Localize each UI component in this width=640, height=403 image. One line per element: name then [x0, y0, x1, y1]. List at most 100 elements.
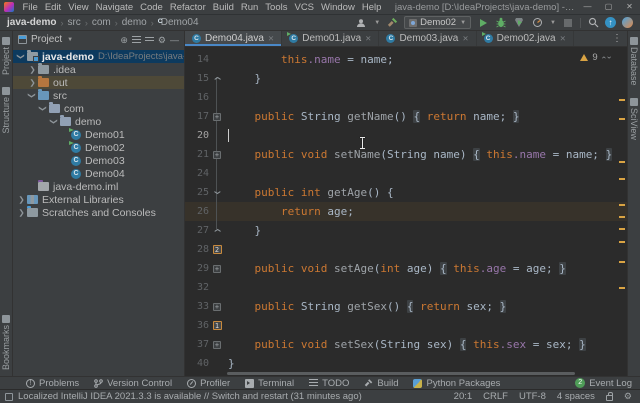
- update-notification-icon[interactable]: [5, 393, 13, 401]
- chevron-down-icon[interactable]: ❯: [28, 91, 37, 100]
- menu-edit[interactable]: Edit: [41, 2, 64, 13]
- project-settings-gear-icon[interactable]: ⚙: [158, 35, 166, 45]
- chevron-down-icon[interactable]: ❯: [17, 52, 26, 61]
- code-line-26[interactable]: 26 return age;: [185, 202, 627, 221]
- tree-item-java-demo[interactable]: ❯java-demoD:\IdeaProjects\java-demo: [13, 50, 184, 63]
- todo-button[interactable]: TODO: [309, 378, 349, 389]
- inspections-widget[interactable]: 9 › ›: [580, 52, 611, 63]
- event-log-button[interactable]: 2 Event Log: [575, 378, 632, 389]
- code-line-14[interactable]: 14 this.name = name;: [185, 50, 627, 69]
- project-view-dropdown-icon[interactable]: ▼: [67, 37, 73, 43]
- problems-button[interactable]: ! Problems: [26, 378, 79, 389]
- minimize-button[interactable]: —: [577, 0, 598, 14]
- code-line-17[interactable]: 17+ public String getName() { return nam…: [185, 107, 627, 126]
- menu-run[interactable]: Run: [237, 2, 261, 13]
- fold-end-icon[interactable]: ❯: [212, 76, 221, 81]
- menu-tools[interactable]: Tools: [262, 2, 291, 13]
- tab-demo04.java[interactable]: Demo04.java✕: [185, 31, 282, 46]
- tab-close-icon[interactable]: ✕: [268, 34, 274, 43]
- tool-strip-button-structure[interactable]: Structure: [1, 81, 11, 140]
- tree-item-com[interactable]: ❯com: [13, 102, 184, 115]
- version-control-button[interactable]: Version Control: [94, 378, 172, 389]
- chevron-down-icon[interactable]: ❯: [50, 117, 59, 126]
- locate-file-icon[interactable]: ⊕: [120, 35, 128, 45]
- update-available-icon[interactable]: ↑: [605, 17, 616, 28]
- terminal-button[interactable]: Terminal: [245, 378, 294, 389]
- tree-item--idea[interactable]: ❯.idea: [13, 63, 184, 76]
- breadcrumb-Demo04[interactable]: Demo04: [158, 17, 199, 28]
- chevron-right-icon[interactable]: ❯: [28, 78, 37, 87]
- fold-expand-icon[interactable]: +: [213, 151, 221, 159]
- breadcrumb-src[interactable]: src: [67, 17, 80, 28]
- build-hammer-icon[interactable]: [386, 17, 398, 29]
- error-stripe[interactable]: [618, 47, 627, 376]
- expand-all-icon[interactable]: [132, 36, 141, 44]
- user-account-icon[interactable]: [355, 17, 367, 29]
- bookmark-icon[interactable]: 1: [213, 321, 222, 330]
- tree-item-demo02[interactable]: Demo02: [13, 141, 184, 154]
- stop-button[interactable]: [562, 17, 574, 29]
- breadcrumb-java-demo[interactable]: java-demo: [7, 17, 56, 28]
- debug-button[interactable]: [495, 17, 507, 29]
- readonly-lock-icon[interactable]: [606, 395, 613, 401]
- tool-strip-button-sciview[interactable]: SciView: [629, 92, 639, 146]
- menu-navigate[interactable]: Navigate: [92, 2, 137, 13]
- code-line-16[interactable]: 16: [185, 88, 627, 107]
- tree-item-src[interactable]: ❯src: [13, 89, 184, 102]
- tab-demo03.java[interactable]: Demo03.java✕: [379, 31, 476, 46]
- tool-strip-button-database[interactable]: Database: [629, 31, 639, 92]
- close-button[interactable]: ✕: [619, 0, 640, 14]
- code-line-20[interactable]: 20: [185, 126, 627, 145]
- tree-item-demo04[interactable]: Demo04: [13, 167, 184, 180]
- code-line-29[interactable]: 29+ public void setAge(int age) { this.a…: [185, 259, 627, 278]
- fold-end-icon[interactable]: ❯: [212, 228, 221, 233]
- code-line-25[interactable]: 25❯ public int getAge() {: [185, 183, 627, 202]
- tree-item-demo[interactable]: ❯demo: [13, 115, 184, 128]
- tree-item-out[interactable]: ❯out: [13, 76, 184, 89]
- code-line-21[interactable]: 21+ public void setName(String name) { t…: [185, 145, 627, 164]
- project-panel-title[interactable]: Project: [31, 34, 62, 45]
- menu-build[interactable]: Build: [209, 2, 237, 13]
- chevron-down-icon[interactable]: ❯: [39, 104, 48, 113]
- profiler-button[interactable]: [531, 17, 543, 29]
- line-separator-widget[interactable]: CRLF: [483, 391, 508, 402]
- fold-expand-icon[interactable]: +: [213, 265, 221, 273]
- tree-item-demo03[interactable]: Demo03: [13, 154, 184, 167]
- menu-refactor[interactable]: Refactor: [166, 2, 209, 13]
- bookmark-icon[interactable]: 2: [213, 245, 222, 254]
- code-line-27[interactable]: 27❯ }: [185, 221, 627, 240]
- tree-item-demo01[interactable]: Demo01: [13, 128, 184, 141]
- run-button[interactable]: [477, 17, 489, 29]
- build-panel-button[interactable]: Build: [364, 378, 398, 389]
- python-packages-button[interactable]: Python Packages: [413, 378, 500, 389]
- menu-window[interactable]: Window: [318, 2, 359, 13]
- code-line-33[interactable]: 33+ public String getSex() { return sex;…: [185, 297, 627, 316]
- breadcrumb-com[interactable]: com: [92, 17, 111, 28]
- ide-notification-icon[interactable]: [622, 17, 633, 28]
- encoding-widget[interactable]: UTF-8: [519, 391, 546, 402]
- code-line-28[interactable]: 282: [185, 240, 627, 259]
- menu-code[interactable]: Code: [137, 2, 167, 13]
- code-line-36[interactable]: 361: [185, 316, 627, 335]
- fold-expand-icon[interactable]: +: [213, 303, 221, 311]
- caret-position-widget[interactable]: 20:1: [454, 391, 473, 402]
- hide-panel-icon[interactable]: —: [170, 35, 179, 45]
- code-editor[interactable]: 9 › › 14 this.name = name;15❯ }1617+ pub…: [185, 47, 627, 376]
- tree-item-external-libraries[interactable]: ❯External Libraries: [13, 193, 184, 206]
- maximize-button[interactable]: ▢: [598, 0, 619, 14]
- search-everywhere-icon[interactable]: [587, 17, 599, 29]
- tab-demo01.java[interactable]: Demo01.java✕: [282, 31, 379, 46]
- chevron-right-icon[interactable]: ❯: [17, 195, 26, 204]
- tree-item-java-demo-iml[interactable]: java-demo.iml: [13, 180, 184, 193]
- tab-close-icon[interactable]: ✕: [462, 34, 468, 43]
- next-warning-icon[interactable]: ›: [605, 56, 614, 59]
- tab-demo02.java[interactable]: Demo02.java✕: [477, 31, 574, 46]
- tree-item-scratches-and-consoles[interactable]: ❯Scratches and Consoles: [13, 206, 184, 219]
- run-configuration-select[interactable]: Demo02 ▼: [404, 16, 471, 29]
- horizontal-scrollbar[interactable]: [227, 372, 575, 375]
- fold-open-icon[interactable]: ❯: [212, 190, 221, 195]
- menu-view[interactable]: View: [65, 2, 92, 13]
- collapse-all-icon[interactable]: [145, 37, 154, 42]
- breadcrumb-demo[interactable]: demo: [122, 17, 147, 28]
- chevron-right-icon[interactable]: ❯: [17, 208, 26, 217]
